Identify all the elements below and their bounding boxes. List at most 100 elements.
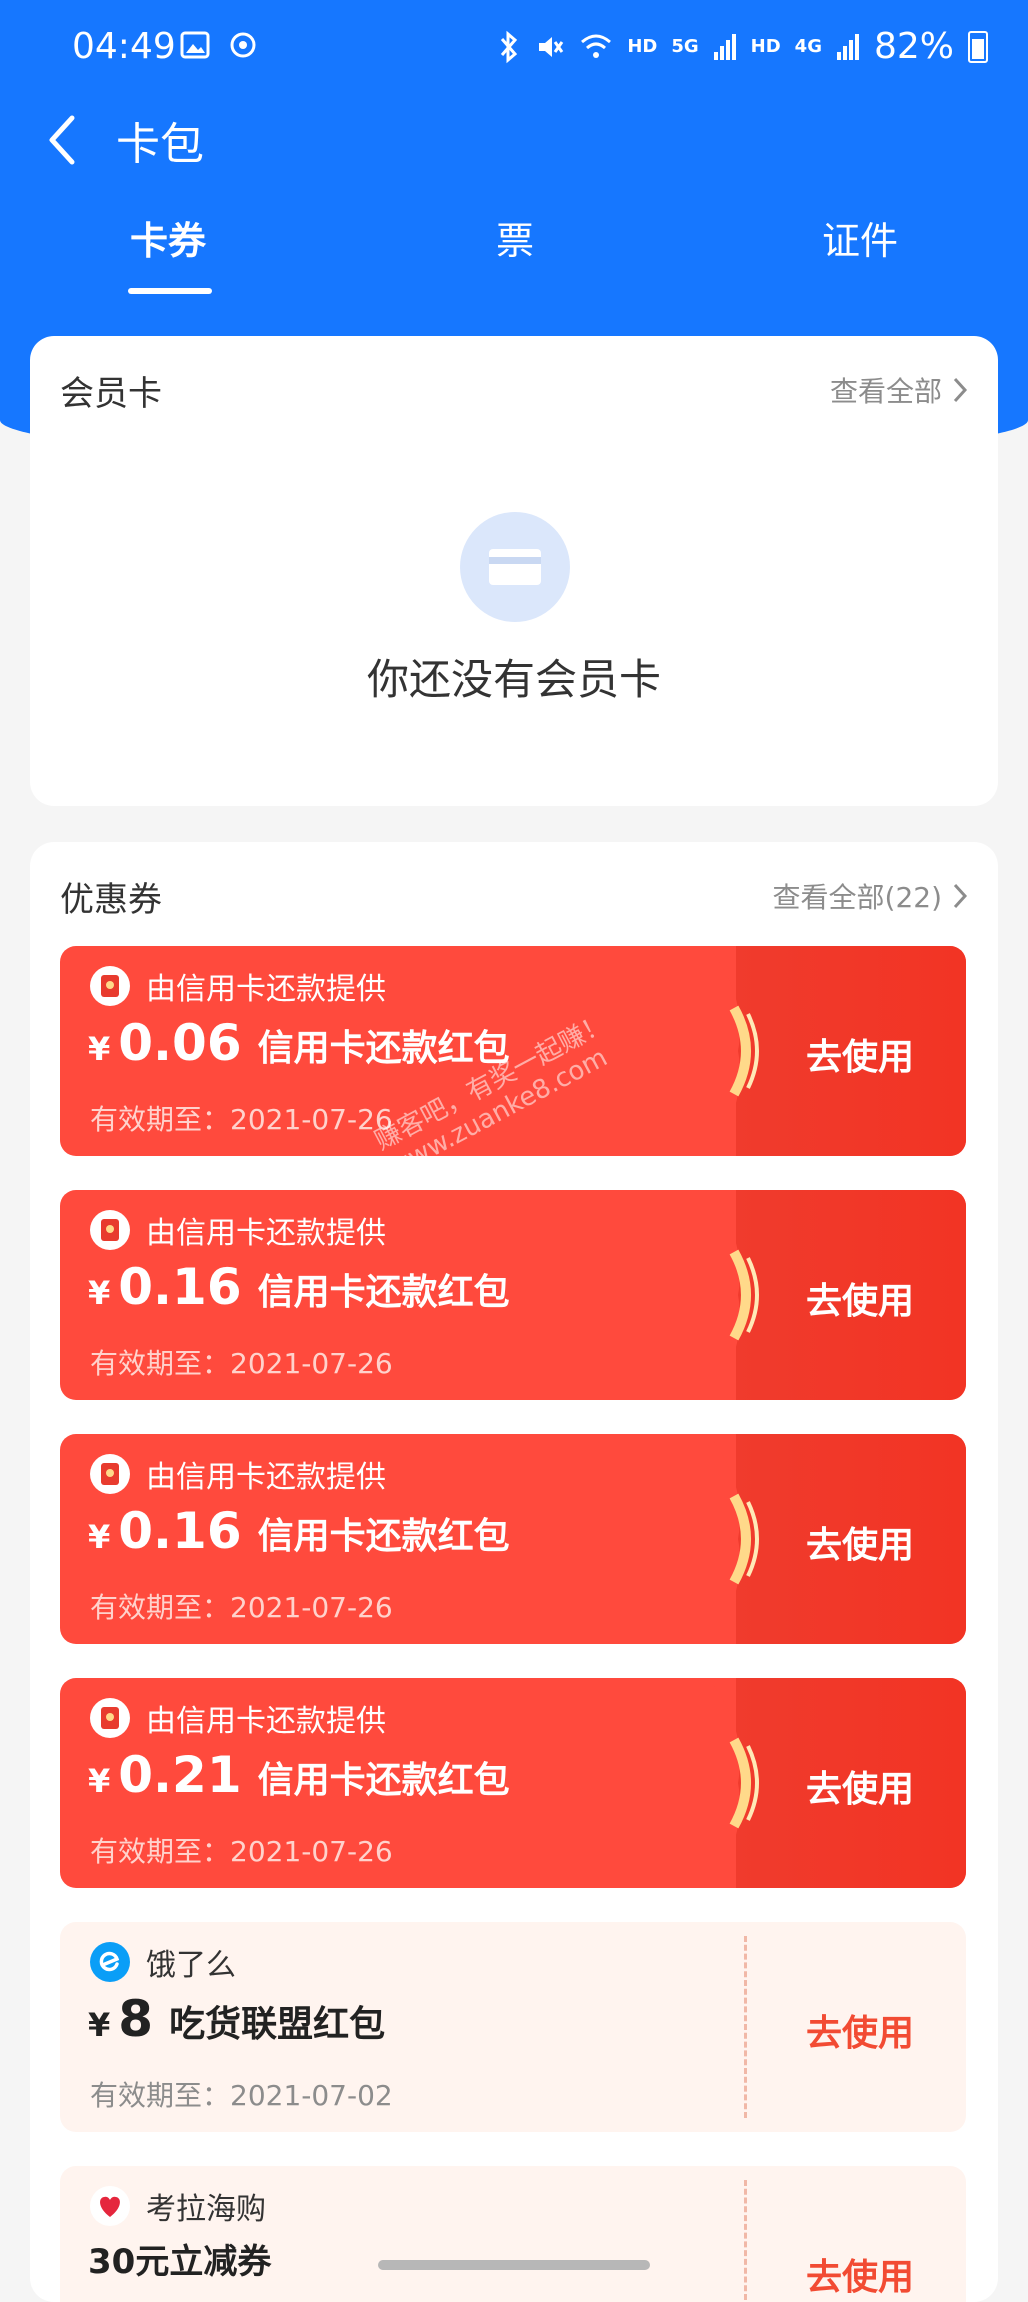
coupon-amount: 0.06 — [118, 1014, 242, 1072]
coupon-item[interactable]: 由信用卡还款提供 ¥ 0.21 信用卡还款红包 有效期至：2021-07-26 … — [60, 1678, 966, 1888]
use-coupon-button[interactable]: 去使用 — [806, 1272, 914, 1324]
page-title: 卡包 — [116, 119, 204, 170]
coupon-currency: ¥ — [88, 1518, 111, 1556]
use-coupon-button[interactable]: 去使用 — [806, 1028, 914, 1080]
coupon-amount: 0.16 — [118, 1258, 242, 1316]
coupon-see-all-label: 查看全部(22) — [772, 881, 942, 914]
membership-see-all-link[interactable]: 查看全部 — [830, 370, 968, 410]
coupon-amount-row: 30元立减券 — [88, 2234, 271, 2283]
coupon-provider-row: 考拉海购 — [90, 2184, 266, 2228]
coupon-provider: 由信用卡还款提供 — [146, 972, 386, 1007]
coupon-item[interactable]: 由信用卡还款提供 ¥ 0.06 信用卡还款红包 有效期至：2021-07-26 … — [60, 946, 966, 1156]
coupon-provider-row: 由信用卡还款提供 — [90, 1452, 386, 1496]
coupon-expiry: 有效期至：2021-07-26 — [90, 1103, 393, 1136]
empty-membership-text: 你还没有会员卡 — [366, 655, 661, 704]
use-coupon-button[interactable]: 去使用 — [806, 1516, 914, 1568]
signal-icon — [713, 33, 736, 60]
coupon-amount-row: ¥ 0.06 信用卡还款红包 — [88, 1014, 510, 1072]
coupon-provider: 考拉海购 — [146, 2192, 266, 2227]
coupon-provider-row: 由信用卡还款提供 — [90, 1696, 386, 1740]
coupon-section-title: 优惠券 — [60, 880, 162, 920]
coupon-notch-decoration — [708, 946, 759, 1156]
status-right-icons: HD 5G HD 4G 82% — [497, 26, 988, 67]
coupon-amount: 0.21 — [118, 1746, 242, 1804]
tab-documents[interactable]: 证件 — [822, 210, 898, 265]
coupon-name: 吃货联盟红包 — [169, 2004, 386, 2045]
status-bar: 04:49 HD 5G HD 4G 82% — [0, 0, 1028, 96]
coupon-expiry: 有效期至：2021-07-26 — [90, 1347, 393, 1380]
coupon-divider — [744, 1936, 747, 2118]
sync-icon — [230, 32, 256, 58]
coupon-amount: 8 — [118, 1990, 154, 2048]
use-coupon-button[interactable]: 去使用 — [806, 2248, 914, 2300]
coupon-amount-row: ¥ 8 吃货联盟红包 — [88, 1990, 385, 2048]
red-packet-icon — [90, 1210, 130, 1250]
coupon-provider: 由信用卡还款提供 — [146, 1460, 386, 1495]
coupon-name: 30元立减券 — [88, 2242, 272, 2282]
network-label-1: HD — [627, 36, 658, 57]
coupon-provider-row: 由信用卡还款提供 — [90, 964, 386, 1008]
status-left-icons — [180, 30, 258, 60]
chevron-right-icon — [953, 377, 968, 403]
coupon-amount: 0.16 — [118, 1502, 242, 1560]
battery-icon — [968, 30, 988, 63]
coupon-currency: ¥ — [88, 1030, 111, 1068]
coupon-name: 信用卡还款红包 — [257, 1272, 510, 1313]
coupon-provider-row: 由信用卡还款提供 — [90, 1208, 386, 1252]
coupon-currency: ¥ — [88, 1762, 111, 1800]
coupon-provider: 饿了么 — [146, 1948, 236, 1983]
network-label-4: 4G — [794, 36, 822, 57]
network-label-2: 5G — [671, 36, 699, 57]
tab-bar: 卡券 票 证件 — [0, 210, 1028, 300]
coupon-provider: 由信用卡还款提供 — [146, 1704, 386, 1739]
red-packet-icon — [90, 1454, 130, 1494]
coupon-amount-row: ¥ 0.16 信用卡还款红包 — [88, 1502, 510, 1560]
kaola-logo-icon — [90, 2186, 130, 2226]
tab-cards-coupons[interactable]: 卡券 — [130, 210, 206, 265]
use-coupon-button[interactable]: 去使用 — [806, 1760, 914, 1812]
membership-section-title: 会员卡 — [60, 374, 162, 414]
coupon-amount-row: ¥ 0.16 信用卡还款红包 — [88, 1258, 510, 1316]
active-tab-indicator — [128, 288, 212, 294]
coupon-see-all-link[interactable]: 查看全部(22) — [773, 876, 968, 916]
coupon-notch-decoration — [708, 1678, 759, 1888]
navigation-bar: 卡包 — [0, 100, 1028, 180]
coupon-notch-decoration — [708, 1434, 759, 1644]
red-packet-icon — [90, 1698, 130, 1738]
coupon-notch-decoration — [708, 1190, 759, 1400]
wifi-icon — [581, 34, 612, 58]
bluetooth-icon — [501, 30, 518, 63]
coupon-expiry: 有效期至：2021-07-26 — [90, 1835, 393, 1868]
membership-see-all-label: 查看全部 — [829, 375, 942, 408]
coupon-provider-row: 饿了么 — [90, 1940, 236, 1984]
chevron-right-icon — [953, 883, 968, 909]
coupon-amount-row: ¥ 0.21 信用卡还款红包 — [88, 1746, 510, 1804]
home-indicator[interactable] — [378, 2260, 650, 2270]
membership-card-section: 会员卡 查看全部 你还没有会员卡 — [30, 336, 998, 806]
eleme-logo-icon — [90, 1942, 130, 1982]
coupon-name: 信用卡还款红包 — [257, 1760, 510, 1801]
tab-tickets[interactable]: 票 — [496, 210, 534, 265]
coupon-divider — [744, 2180, 747, 2300]
coupon-item[interactable]: 由信用卡还款提供 ¥ 0.16 信用卡还款红包 有效期至：2021-07-26 … — [60, 1190, 966, 1400]
mute-icon — [539, 36, 564, 57]
red-packet-icon — [90, 966, 130, 1006]
network-label-3: HD — [750, 36, 781, 57]
coupon-expiry: 有效期至：2021-07-02 — [90, 2079, 393, 2112]
coupon-provider: 由信用卡还款提供 — [146, 1216, 386, 1251]
status-time: 04:49 — [72, 26, 176, 67]
signal-icon-2 — [836, 33, 859, 60]
use-coupon-button[interactable]: 去使用 — [806, 2004, 914, 2056]
coupon-name: 信用卡还款红包 — [257, 1516, 510, 1557]
chevron-left-icon[interactable] — [42, 112, 82, 168]
coupon-name: 信用卡还款红包 — [257, 1028, 510, 1069]
coupon-item[interactable]: 考拉海购 30元立减券 去使用 — [60, 2166, 966, 2302]
coupon-currency: ¥ — [88, 2006, 111, 2044]
coupon-item[interactable]: 饿了么 ¥ 8 吃货联盟红包 有效期至：2021-07-02 去使用 — [60, 1922, 966, 2132]
coupon-item[interactable]: 由信用卡还款提供 ¥ 0.16 信用卡还款红包 有效期至：2021-07-26 … — [60, 1434, 966, 1644]
battery-percent: 82% — [873, 26, 954, 67]
coupon-currency: ¥ — [88, 1274, 111, 1312]
gallery-icon — [180, 31, 210, 59]
card-icon — [460, 512, 570, 622]
coupon-expiry: 有效期至：2021-07-26 — [90, 1591, 393, 1624]
